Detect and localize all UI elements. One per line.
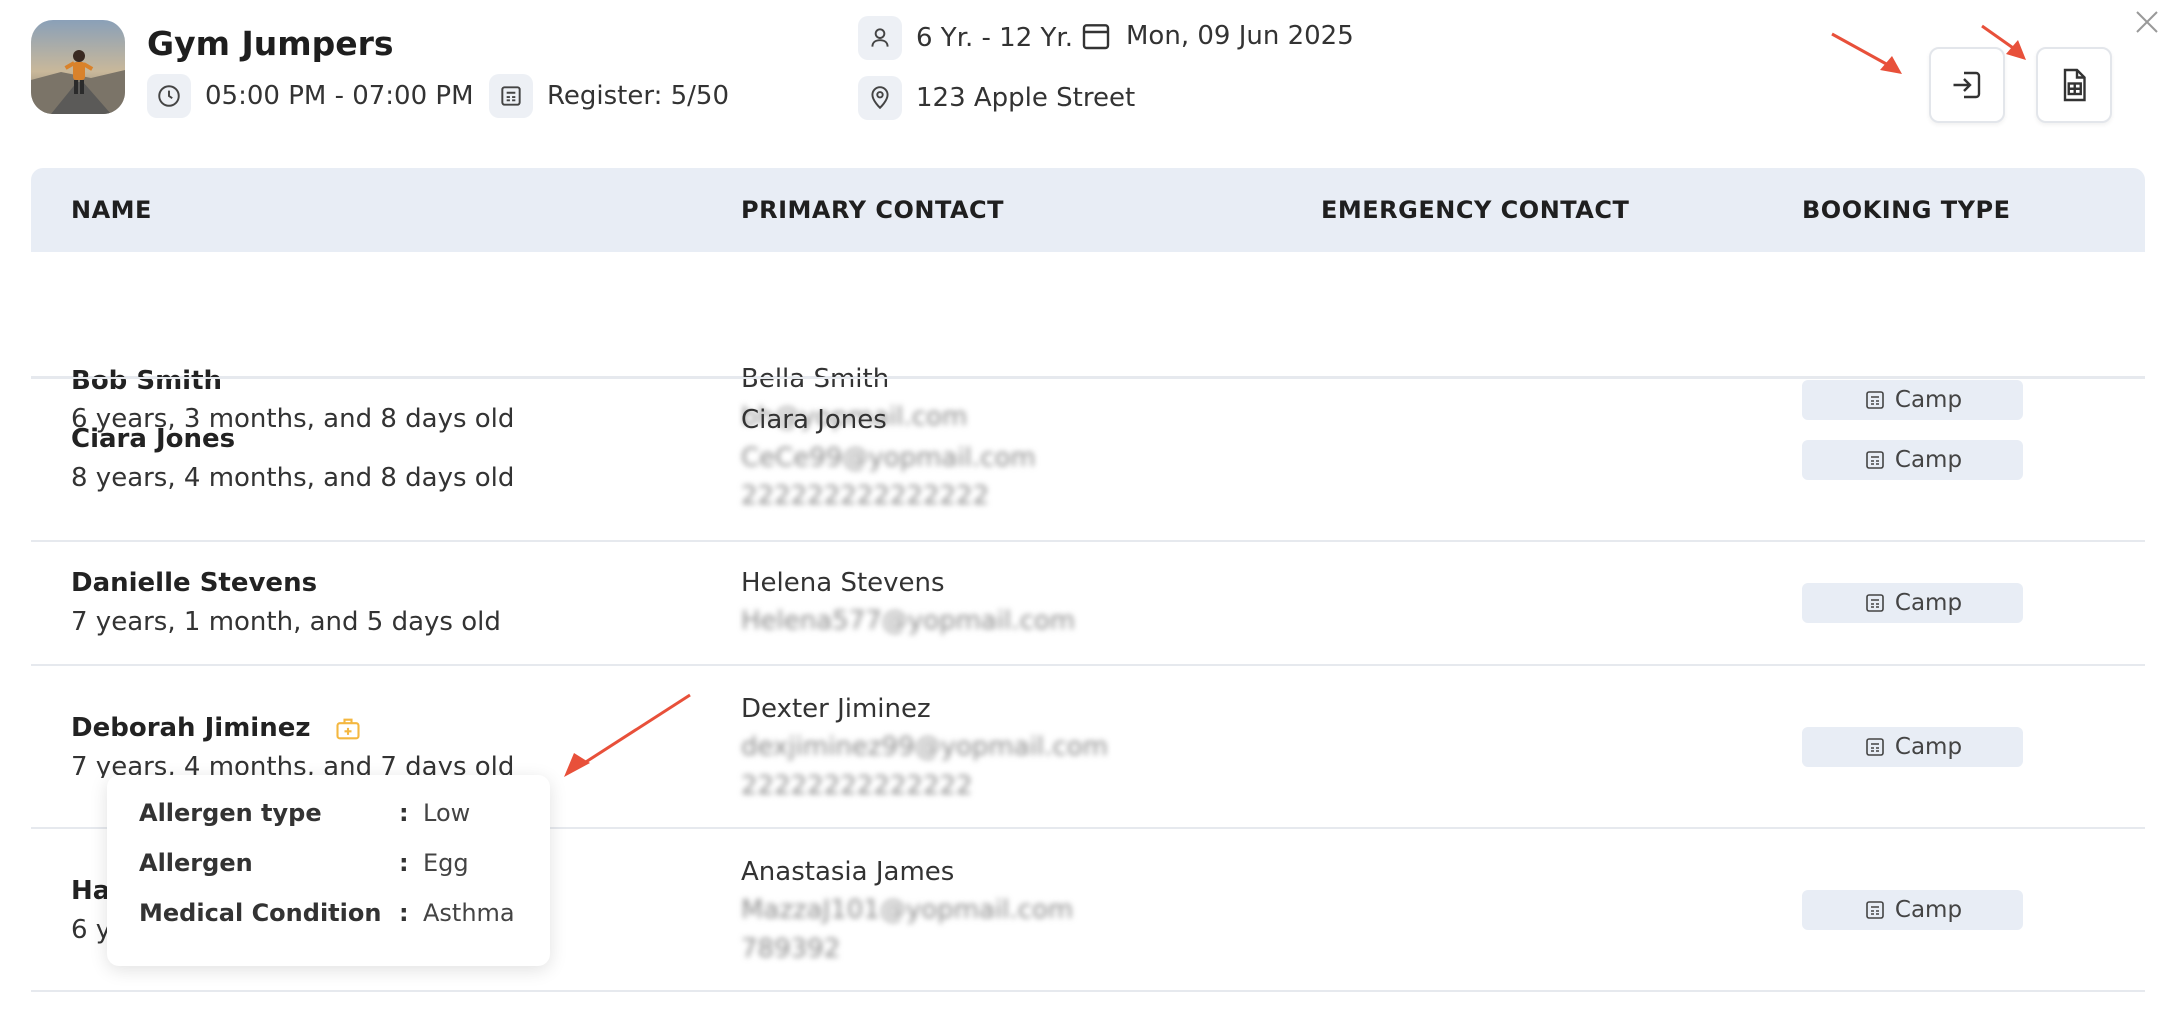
contact-phone: 222222222222222 (741, 481, 990, 511)
tooltip-value: Low (423, 799, 471, 827)
event-location: 123 Apple Street (858, 76, 1135, 120)
event-date: Mon, 09 Jun 2025 (1080, 20, 1354, 52)
register-icon (1866, 451, 1884, 469)
sign-in-icon (1953, 71, 1981, 99)
participant-name: Ha (71, 876, 111, 906)
tooltip-row: Allergen : Egg (139, 849, 469, 877)
tooltip-row: Allergen type : Low (139, 799, 471, 827)
event-age-range-text: 6 Yr. - 12 Yr. (916, 23, 1073, 53)
row-divider (31, 540, 2145, 542)
participant-age: 8 years, 4 months, and 8 days old (71, 463, 515, 493)
booking-type-label: Camp (1894, 734, 1963, 760)
contact-email: dexjiminez99@yopmail.com (741, 732, 1108, 762)
participant-age: 7 years, 1 month, and 5 days old (71, 607, 501, 637)
register-icon (1866, 901, 1884, 919)
contact-name: Ciara Jones (741, 405, 887, 435)
close-icon[interactable] (2131, 6, 2163, 38)
register-icon (1866, 391, 1884, 409)
contact-name: Helena Stevens (741, 568, 945, 598)
medical-bag-icon[interactable] (334, 715, 362, 743)
row-divider (31, 664, 2145, 666)
table-row[interactable]: Bob Smith 6 years, 3 months, and 8 days … (31, 252, 2145, 434)
clock-icon (147, 74, 191, 118)
event-age-range: 6 Yr. - 12 Yr. (858, 16, 1073, 60)
export-spreadsheet-button[interactable] (2036, 47, 2112, 123)
participant-name: Deborah Jiminez (71, 709, 362, 747)
contact-name: Dexter Jiminez (741, 694, 931, 724)
event-time: 05:00 PM - 07:00 PM (147, 74, 474, 118)
booking-type-badge: Camp (1802, 583, 2023, 623)
participant-name-text: Deborah Jiminez (71, 713, 311, 743)
spreadsheet-icon (2063, 68, 2086, 102)
event-time-text: 05:00 PM - 07:00 PM (205, 81, 474, 111)
participants-table: NAME PRIMARY CONTACT EMERGENCY CONTACT B… (31, 168, 2145, 434)
register-icon (1866, 594, 1884, 612)
tooltip-label: Medical Condition (139, 899, 382, 927)
tooltip-value: Asthma (423, 899, 515, 927)
contact-phone: 789392 (741, 934, 841, 964)
booking-type-label: Camp (1894, 897, 1963, 923)
column-header-emergency-contact: EMERGENCY CONTACT (1321, 196, 1630, 224)
contact-email: MazzaJ101@yopmail.com (741, 895, 1074, 925)
tooltip-label: Allergen (139, 849, 253, 877)
booking-type-label: Camp (1894, 447, 1963, 473)
booking-type-label: Camp (1894, 590, 1963, 616)
booking-type-badge: Camp (1802, 440, 2023, 480)
participant-name: Ciara Jones (71, 424, 236, 454)
event-title: Gym Jumpers (147, 24, 394, 63)
contact-email: Helena577@yopmail.com (741, 606, 1076, 636)
column-header-booking-type: BOOKING TYPE (1802, 196, 2011, 224)
person-icon (858, 16, 902, 60)
tooltip-value: Egg (423, 849, 469, 877)
annotation-arrow (1981, 24, 2026, 60)
row-divider (31, 377, 2145, 379)
contact-name: Bella Smith (741, 364, 890, 394)
annotation-arrow (564, 693, 691, 777)
event-register: Register: 5/50 (489, 74, 729, 118)
booking-type-badge: Camp (1802, 380, 2023, 420)
register-icon (1866, 738, 1884, 756)
participant-age: 6 y (71, 915, 112, 945)
event-location-text: 123 Apple Street (916, 83, 1136, 113)
event-avatar (31, 20, 125, 114)
contact-email: CeCe99@yopmail.com (741, 443, 1036, 473)
contact-name: Anastasia James (741, 857, 955, 887)
medical-info-tooltip: Allergen type : Low Allergen : Egg Medic… (107, 775, 550, 966)
booking-type-label: Camp (1894, 387, 1963, 413)
event-register-text: Register: 5/50 (547, 81, 729, 111)
event-header: Gym Jumpers 05:00 PM - 07:00 PM Register… (0, 0, 2163, 160)
tooltip-label: Allergen type (139, 799, 322, 827)
register-icon (489, 74, 533, 118)
tooltip-row: Medical Condition : Asthma (139, 899, 515, 927)
column-header-primary-contact: PRIMARY CONTACT (741, 196, 1005, 224)
contact-phone: 22222222222222 (741, 771, 973, 801)
calendar-icon (1080, 20, 1112, 52)
table-header: NAME PRIMARY CONTACT EMERGENCY CONTACT B… (31, 168, 2145, 252)
participant-age: 7 years, 4 months, and 7 days old (71, 752, 515, 778)
booking-type-badge: Camp (1802, 890, 2023, 930)
event-date-text: Mon, 09 Jun 2025 (1126, 21, 1354, 51)
annotation-arrow (1831, 32, 1902, 74)
row-divider (31, 990, 2145, 992)
participant-name: Danielle Stevens (71, 568, 318, 598)
column-header-name: NAME (71, 196, 152, 224)
booking-type-badge: Camp (1802, 727, 2023, 767)
participant-name: Bob Smith (71, 366, 223, 396)
location-pin-icon (858, 76, 902, 120)
